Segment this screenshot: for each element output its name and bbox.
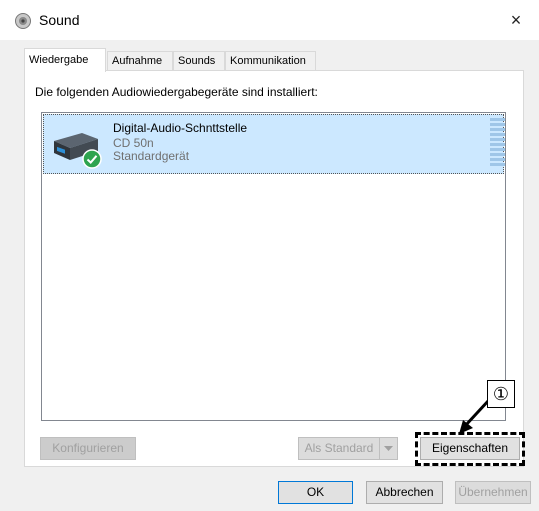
- set-default-dropdown[interactable]: [379, 438, 397, 459]
- step-callout: ①: [487, 380, 515, 408]
- close-icon: ×: [510, 9, 522, 30]
- tab-sounds[interactable]: Sounds: [173, 51, 225, 70]
- speaker-icon: [15, 13, 31, 29]
- set-default-button[interactable]: Als Standard: [298, 437, 398, 460]
- playback-panel: Die folgenden Audiowiedergabegeräte sind…: [24, 70, 524, 467]
- device-name: Digital-Audio-Schnttstelle: [113, 121, 248, 135]
- tab-wiedergabe[interactable]: Wiedergabe: [24, 48, 106, 72]
- device-list[interactable]: Digital-Audio-Schnttstelle CD 50n Standa…: [41, 112, 506, 421]
- device-status: Standardgerät: [113, 149, 190, 163]
- tab-kommunikation[interactable]: Kommunikation: [225, 51, 316, 70]
- set-default-label: Als Standard: [304, 441, 374, 455]
- check-icon: [82, 149, 102, 169]
- volume-level-meter: [490, 118, 505, 166]
- window-title: Sound: [39, 12, 80, 28]
- configure-button[interactable]: Konfigurieren: [40, 437, 136, 460]
- apply-button[interactable]: Übernehmen: [455, 481, 531, 504]
- device-model: CD 50n: [113, 136, 154, 150]
- panel-heading: Die folgenden Audiowiedergabegeräte sind…: [35, 85, 318, 99]
- title-bar[interactable]: Sound ×: [0, 0, 539, 40]
- chevron-down-icon: [384, 445, 393, 451]
- tab-aufnahme[interactable]: Aufnahme: [107, 51, 173, 70]
- tab-strip: Wiedergabe Aufnahme Sounds Kommunikation: [24, 48, 519, 72]
- list-item[interactable]: Digital-Audio-Schnttstelle CD 50n Standa…: [43, 114, 505, 174]
- close-button[interactable]: ×: [493, 0, 539, 40]
- ok-button[interactable]: OK: [278, 481, 353, 504]
- cancel-button[interactable]: Abbrechen: [366, 481, 443, 504]
